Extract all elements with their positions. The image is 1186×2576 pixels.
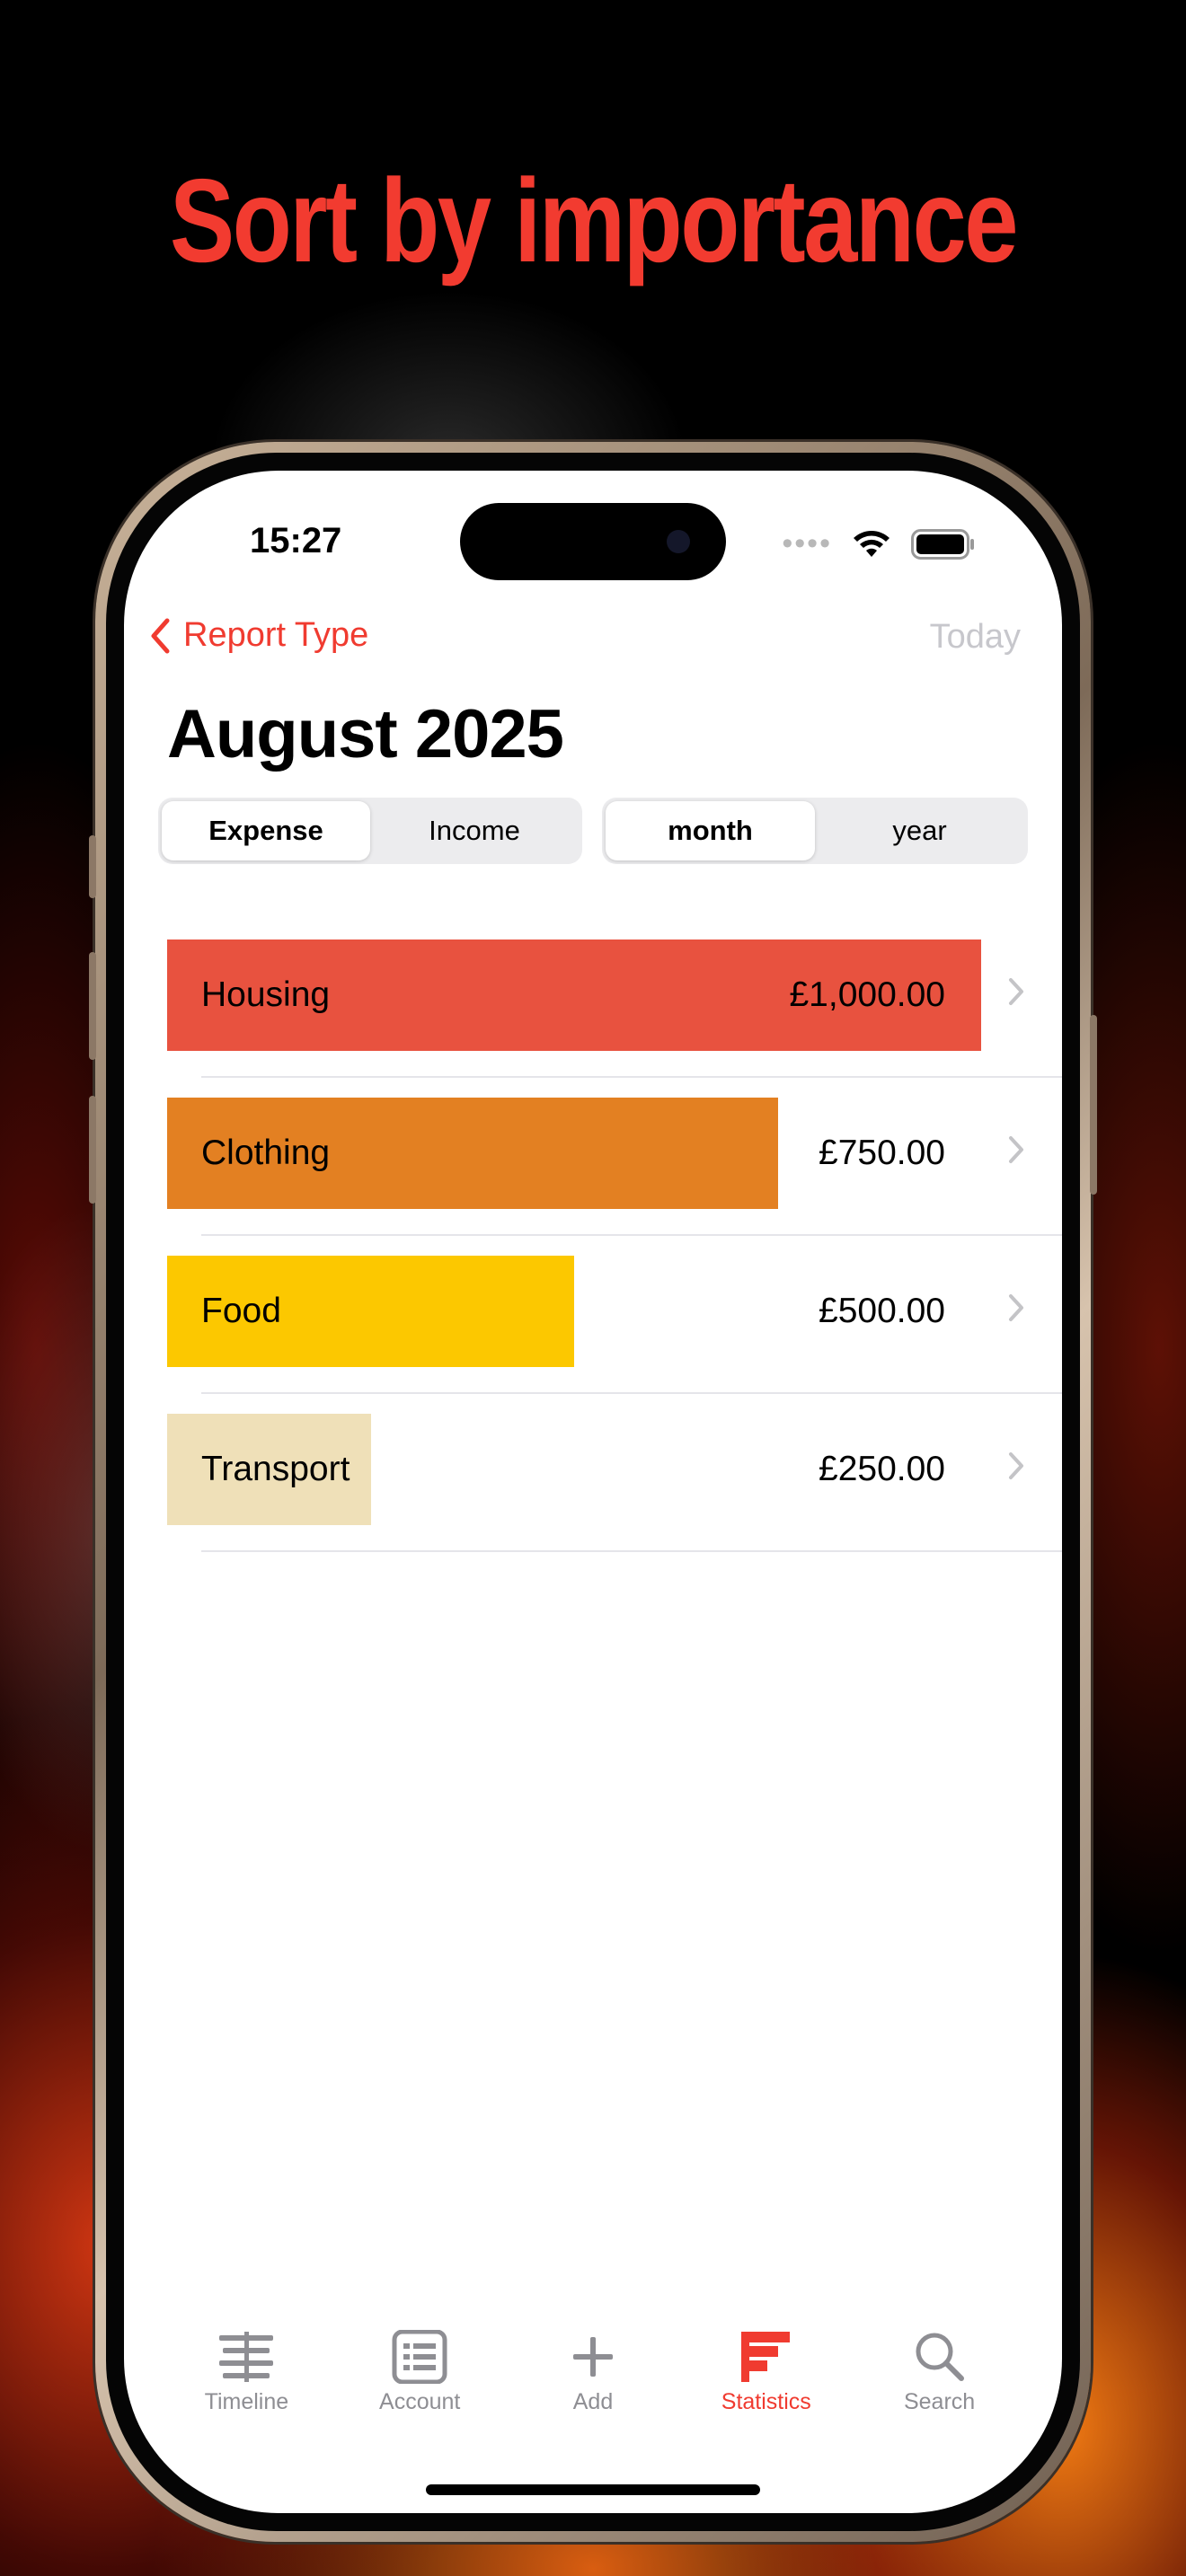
volume-up-button (89, 952, 96, 1060)
category-label: Housing (201, 975, 331, 1014)
category-amount: £250.00 (819, 1450, 945, 1488)
tab-label: Account (379, 2389, 461, 2414)
home-indicator (426, 2484, 760, 2495)
category-label: Transport (201, 1450, 350, 1488)
status-indicators: •••• (782, 526, 976, 561)
category-row-transport[interactable]: Transport £250.00 (124, 1394, 1062, 1552)
chevron-right-icon (1009, 978, 1023, 1005)
tab-label: Search (903, 2389, 976, 2414)
chevron-right-icon (1009, 1136, 1023, 1163)
signal-icon: •••• (782, 526, 832, 560)
promo-headline: Sort by importance (169, 154, 1019, 287)
back-button[interactable]: Report Type (149, 616, 368, 655)
segment-expense[interactable]: Expense (162, 801, 370, 860)
app-screen: 15:27 •••• Report Type Today August 2025… (124, 471, 1062, 2513)
category-row-housing[interactable]: Housing £1,000.00 (124, 920, 1062, 1078)
tab-bar: Timeline Account Add Statistics Search (124, 2330, 1062, 2438)
chevron-right-icon (1009, 1452, 1023, 1479)
category-amount: £500.00 (819, 1292, 945, 1330)
category-label: Food (201, 1292, 281, 1330)
statistics-icon (740, 2332, 790, 2382)
category-row-food[interactable]: Food £500.00 (124, 1236, 1062, 1394)
segment-month[interactable]: month (606, 801, 815, 860)
power-button (1090, 1015, 1097, 1195)
battery-icon (911, 528, 974, 560)
plus-icon (572, 2337, 613, 2377)
status-time: 15:27 (250, 521, 342, 560)
tab-label: Timeline (204, 2389, 289, 2414)
tab-account[interactable]: Account (339, 2330, 500, 2438)
type-segmented-control: Expense Income (158, 798, 582, 864)
account-icon (392, 2330, 447, 2384)
category-list: Housing £1,000.00 Clothing £750.00 Food … (124, 920, 1062, 1552)
row-separator (201, 1550, 1062, 1552)
category-amount: £1,000.00 (789, 975, 945, 1014)
category-label: Clothing (201, 1134, 331, 1172)
back-button-label: Report Type (183, 616, 369, 654)
timeline-icon (219, 2332, 274, 2382)
search-icon (916, 2333, 964, 2381)
tab-search[interactable]: Search (859, 2330, 1021, 2438)
chevron-left-icon (151, 618, 170, 653)
volume-down-button (89, 1096, 96, 1204)
segment-income[interactable]: Income (370, 801, 579, 860)
period-segmented-control: month year (602, 798, 1028, 864)
page-title: August 2025 (167, 696, 564, 772)
today-button[interactable]: Today (930, 618, 1021, 657)
segment-year[interactable]: year (815, 801, 1024, 860)
wifi-icon (854, 530, 890, 557)
chevron-right-icon (1009, 1294, 1023, 1321)
category-amount: £750.00 (819, 1134, 945, 1172)
dynamic-island (460, 503, 726, 580)
tab-statistics[interactable]: Statistics (686, 2330, 847, 2438)
tab-timeline[interactable]: Timeline (165, 2330, 327, 2438)
tab-add[interactable]: Add (512, 2330, 674, 2438)
tab-label: Statistics (721, 2389, 811, 2414)
camera-icon (667, 530, 690, 553)
action-button (89, 835, 96, 898)
tab-label: Add (572, 2389, 614, 2414)
category-row-clothing[interactable]: Clothing £750.00 (124, 1078, 1062, 1236)
